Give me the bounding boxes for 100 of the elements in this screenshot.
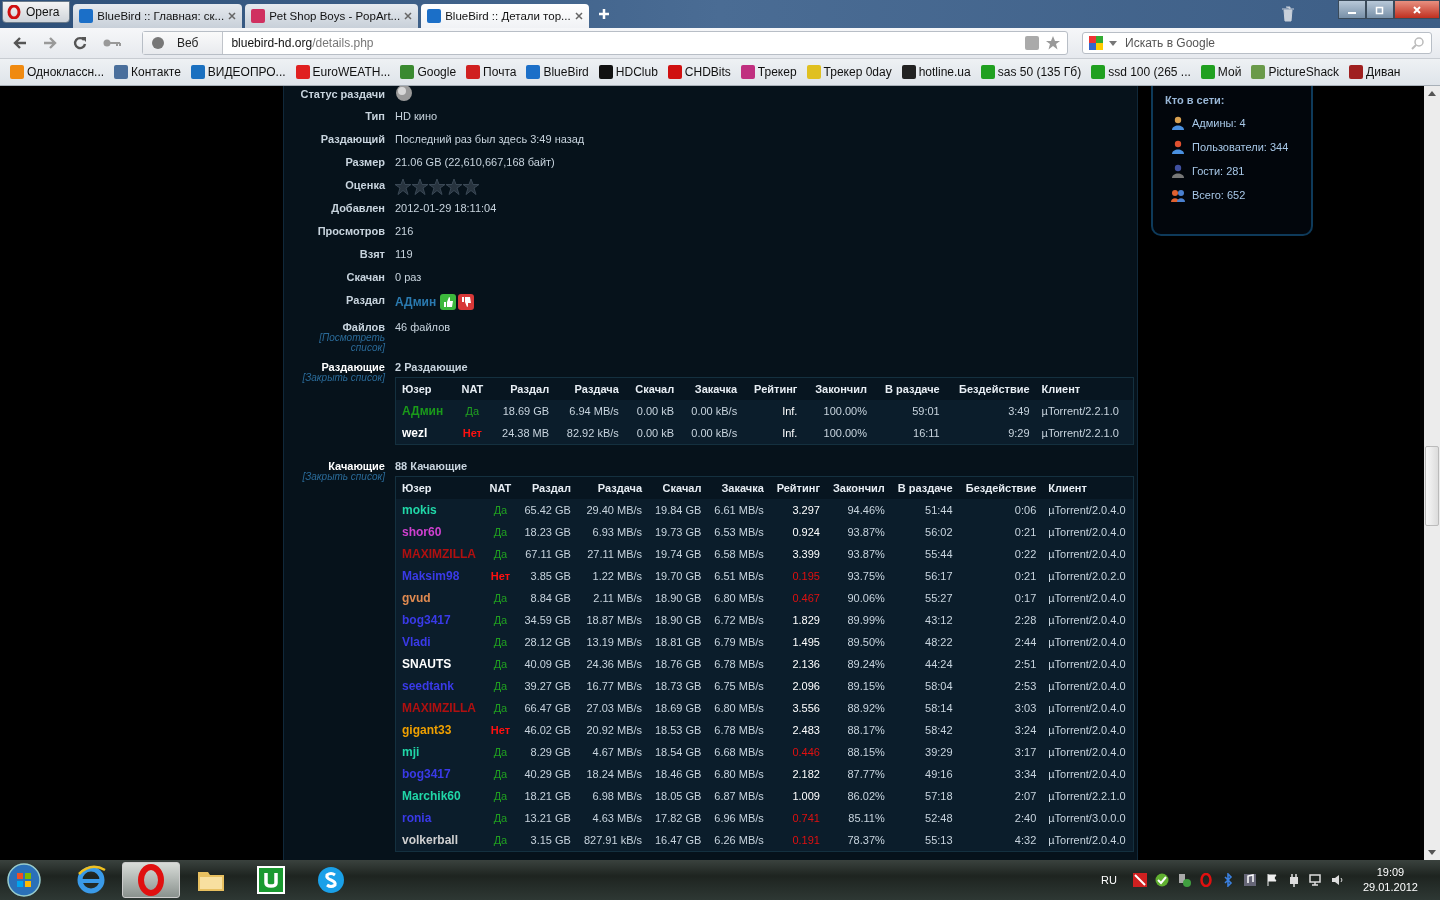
table-cell: 18.46 GB: [648, 763, 708, 785]
chat-icon: [315, 864, 347, 896]
new-tab-icon[interactable]: [597, 8, 610, 20]
close-icon[interactable]: [404, 12, 413, 20]
table-cell: Да: [483, 587, 518, 609]
browser-tab[interactable]: BlueBird :: Детали тор...: [421, 4, 589, 28]
bookmark-link[interactable]: sas 50 (135 Гб): [980, 65, 1082, 79]
bookmark-link[interactable]: Google: [400, 65, 457, 79]
bookmark-link[interactable]: Одноклассн...: [10, 65, 105, 79]
user-link[interactable]: АДмин: [395, 400, 454, 422]
minimize-button[interactable]: [1338, 0, 1366, 19]
bookmark-link[interactable]: Почта: [466, 65, 517, 79]
flag-icon[interactable]: [1264, 873, 1279, 887]
trash-icon[interactable]: [1281, 6, 1295, 22]
table-cell: 0.741: [769, 807, 826, 829]
person-icon: [1171, 116, 1185, 130]
scrollbar-thumb[interactable]: [1425, 446, 1439, 526]
maximize-button[interactable]: [1366, 0, 1394, 19]
table-cell: µTorrent/2.0.4.0: [1042, 719, 1134, 741]
opera-menu-button[interactable]: Opera: [2, 1, 71, 23]
caret-icon[interactable]: [1109, 40, 1117, 46]
reload-icon[interactable]: [72, 35, 88, 51]
scroll-down-icon[interactable]: [1428, 850, 1436, 855]
table-cell: 6.72 MB/s: [707, 609, 770, 631]
table-cell: µTorrent/2.0.4.0: [1042, 587, 1134, 609]
table-cell: 6.80 MB/s: [707, 587, 770, 609]
user-link[interactable]: Marchik60: [395, 785, 484, 807]
column-header: Клиент: [1035, 377, 1134, 400]
table-cell: 2.182: [769, 763, 826, 785]
table-cell: 18.90 GB: [648, 587, 708, 609]
table-cell: µTorrent/2.0.4.0: [1042, 543, 1134, 565]
user-link[interactable]: shor60: [395, 521, 484, 543]
user-link[interactable]: mokis: [395, 499, 484, 521]
rating-stars[interactable]: [395, 179, 479, 195]
network-icon[interactable]: [1308, 873, 1323, 887]
user-link[interactable]: gvud: [395, 587, 484, 609]
table-cell: 3.15 GB: [517, 829, 577, 852]
table-cell: 6.58 MB/s: [707, 543, 770, 565]
uploader-link[interactable]: АДмин: [395, 295, 437, 309]
user-link[interactable]: volkerball: [395, 829, 484, 852]
bookmark-link[interactable]: Трекер 0day: [806, 65, 892, 79]
table-cell: Да: [483, 785, 518, 807]
bookmark-link[interactable]: BlueBird: [526, 65, 589, 79]
thumbs-down-icon[interactable]: [458, 294, 475, 310]
bookmark-link[interactable]: CHDBits: [667, 65, 731, 79]
user-link[interactable]: SNAUTS: [395, 653, 484, 675]
start-button[interactable]: [6, 862, 42, 898]
bookmark-link[interactable]: Диван: [1349, 65, 1401, 79]
bookmark-link[interactable]: Мой: [1200, 65, 1242, 79]
close-window-button[interactable]: [1394, 0, 1440, 19]
user-link[interactable]: mji: [395, 741, 484, 763]
table-cell: 1.22 MB/s: [576, 565, 649, 587]
table-cell: µTorrent/2.2.1.0: [1035, 422, 1134, 445]
close-icon[interactable]: [228, 12, 237, 20]
volume-icon[interactable]: [1330, 873, 1345, 887]
table-cell: 6.78 MB/s: [707, 719, 770, 741]
table-cell: Да: [483, 741, 518, 763]
person-icon: [1171, 164, 1185, 178]
star-icon[interactable]: [1046, 36, 1060, 50]
browser-tab[interactable]: BlueBird :: Главная: ск...: [73, 4, 243, 28]
browser-tab[interactable]: Pet Shop Boys - PopArt...: [245, 4, 419, 28]
field-label: Раздал: [346, 294, 385, 306]
address-field[interactable]: Веб bluebird-hd.org/details.php: [142, 31, 1068, 55]
bookmark-link[interactable]: Трекер: [740, 65, 797, 79]
table-cell: 56:02: [890, 521, 959, 543]
scrollbar[interactable]: [1424, 86, 1440, 860]
table-cell: µTorrent/2.0.4.0: [1042, 653, 1134, 675]
close-icon[interactable]: [574, 12, 583, 20]
table-cell: 3:17: [958, 741, 1043, 763]
table-cell: 44:24: [890, 653, 959, 675]
table-cell: 2.11 MB/s: [576, 587, 649, 609]
bookmark-link[interactable]: ssd 100 (265 ...: [1091, 65, 1191, 79]
bookmark-link[interactable]: hotline.ua: [901, 65, 971, 79]
clock[interactable]: 19:09 29.01.2012: [1362, 865, 1418, 895]
search-field[interactable]: Искать в Google: [1123, 35, 1405, 51]
user-link[interactable]: gigant33: [395, 719, 484, 741]
search-box[interactable]: Искать в Google: [1082, 32, 1432, 54]
bookmark-link[interactable]: Контакте: [114, 65, 181, 79]
forward-icon[interactable]: [42, 35, 58, 51]
table-cell: 51:44: [890, 499, 959, 521]
field-label: Скачан: [346, 271, 385, 283]
table-cell: 18.87 MB/s: [576, 609, 649, 631]
opera-icon[interactable]: [1198, 873, 1213, 887]
table-cell: 46.02 GB: [517, 719, 577, 741]
bookmark-link[interactable]: ВИДЕОПРО...: [190, 65, 286, 79]
bookmark-link[interactable]: PictureShack: [1251, 65, 1340, 79]
bookmark-link[interactable]: EuroWEATH...: [295, 65, 391, 79]
table-cell: 93.87%: [825, 521, 891, 543]
check-icon[interactable]: [1154, 873, 1169, 887]
scroll-up-icon[interactable]: [1428, 91, 1436, 96]
table-cell: 1.009: [769, 785, 826, 807]
bookmark-link[interactable]: HDClub: [598, 65, 658, 79]
user-link[interactable]: wezl: [395, 422, 454, 445]
thumbs-up-icon[interactable]: [440, 294, 457, 310]
back-icon[interactable]: [12, 35, 28, 51]
table-cell: Да: [483, 675, 518, 697]
field-label: Тип: [365, 110, 385, 122]
language-indicator[interactable]: RU: [1101, 874, 1117, 886]
column-header: Рейтинг: [743, 377, 804, 400]
table-cell: 2:40: [958, 807, 1043, 829]
